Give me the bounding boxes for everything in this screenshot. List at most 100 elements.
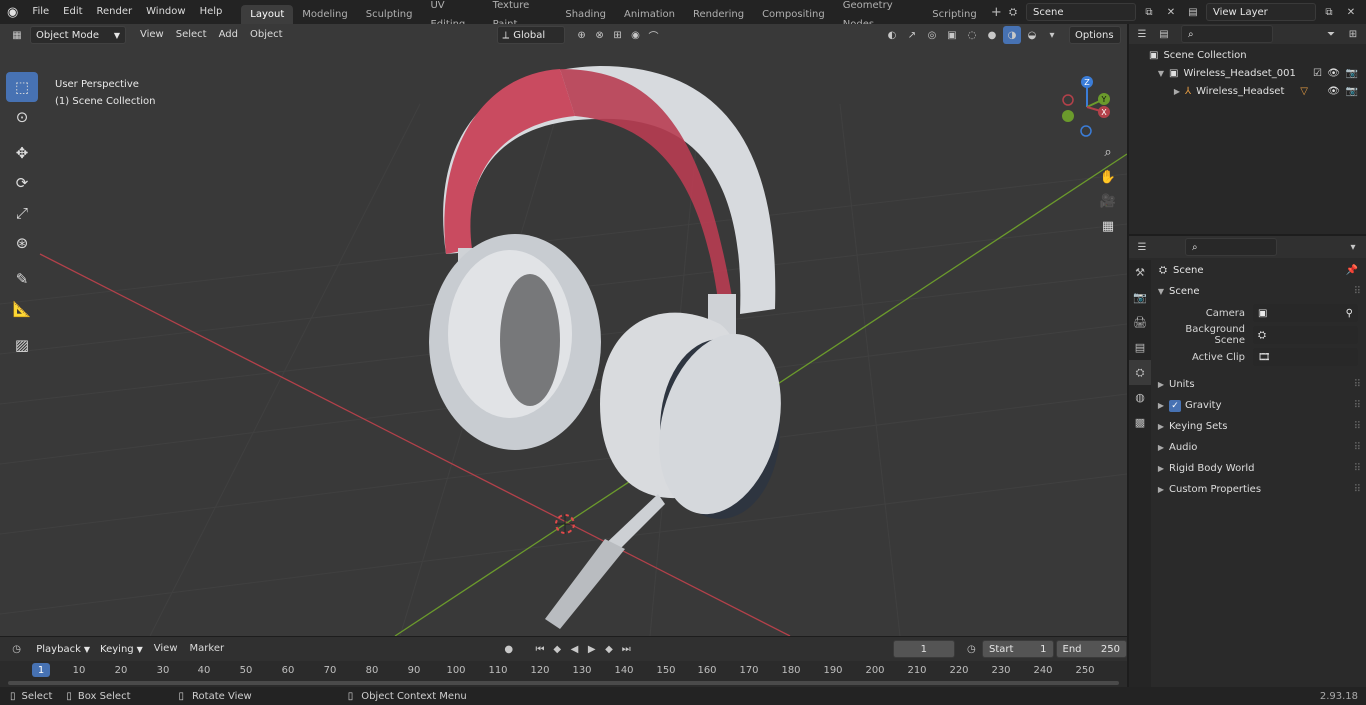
tab-sculpting[interactable]: Sculpting xyxy=(357,5,422,24)
preview-range-icon[interactable]: ◷ xyxy=(963,640,980,658)
custom-properties-panel[interactable]: ▶ Custom Properties ⠿ xyxy=(1153,479,1366,500)
outliner-search-input[interactable]: ⌕ xyxy=(1181,25,1273,43)
jump-keyframe-back-icon[interactable]: ◆ xyxy=(549,640,566,658)
expand-icon[interactable]: ▼ xyxy=(1153,69,1169,78)
outliner-item-collection[interactable]: ▼ ▣ Wireless_Headset_001 ☑ 👁 📷 xyxy=(1129,64,1366,82)
expand-icon[interactable]: ▶ xyxy=(1169,87,1185,96)
add-workspace-icon[interactable]: + xyxy=(989,5,1004,20)
properties-search-input[interactable]: ⌕ xyxy=(1185,238,1277,256)
timeline-view-menu[interactable]: View xyxy=(148,640,184,658)
visibility-icon[interactable]: ◐ xyxy=(883,26,901,44)
tab-tool-icon[interactable]: ⚒ xyxy=(1129,260,1151,285)
menu-file[interactable]: File xyxy=(25,0,56,24)
ortho-grid-icon[interactable]: ▦ xyxy=(1097,215,1119,237)
rigid-body-world-panel[interactable]: ▶ Rigid Body World ⠿ xyxy=(1153,458,1366,479)
camera-render-icon[interactable]: 📷 xyxy=(1346,86,1358,97)
menu-help[interactable]: Help xyxy=(193,0,230,24)
blender-logo-icon[interactable]: ◉ xyxy=(0,5,25,20)
units-panel[interactable]: ▶ Units ⠿ xyxy=(1153,374,1366,395)
drag-handle-icon[interactable]: ⠿ xyxy=(1354,442,1361,453)
tab-scene-icon[interactable]: ⛭ xyxy=(1129,360,1151,385)
menu-edit[interactable]: Edit xyxy=(56,0,89,24)
tab-world-icon[interactable]: ◍ xyxy=(1129,385,1151,410)
annotate-tool-icon[interactable]: ✎ xyxy=(6,264,38,294)
eye-icon[interactable]: 👁 xyxy=(1327,86,1340,97)
viewport-scene[interactable] xyxy=(0,24,1127,636)
new-collection-icon[interactable]: ⊞ xyxy=(1344,25,1362,43)
navigation-gizmo[interactable]: Z Y X xyxy=(1056,76,1118,138)
pan-hand-icon[interactable]: ✋ xyxy=(1097,166,1119,188)
shading-wireframe-icon[interactable]: ◌ xyxy=(963,26,981,44)
audio-panel[interactable]: ▶ Audio ⠿ xyxy=(1153,437,1366,458)
play-reverse-icon[interactable]: ◀ xyxy=(566,640,583,658)
properties-editor-icon[interactable]: ☰ xyxy=(1133,238,1151,256)
view-layer-icon[interactable]: ▤ xyxy=(1184,3,1202,21)
tab-shading[interactable]: Shading xyxy=(556,5,615,24)
chevron-down-icon[interactable]: ▾ xyxy=(1344,238,1362,256)
tab-view-layer-icon[interactable]: ▤ xyxy=(1129,335,1151,360)
menu-select[interactable]: Select xyxy=(170,26,213,44)
background-scene-field[interactable]: ⛭ xyxy=(1253,326,1358,344)
outliner-item-scene-collection[interactable]: ▣ Scene Collection xyxy=(1129,46,1366,64)
snap-target-icon[interactable]: ⊞ xyxy=(609,26,627,44)
drag-handle-icon[interactable]: ⠿ xyxy=(1354,379,1361,390)
drag-handle-icon[interactable]: ⠿ xyxy=(1354,484,1361,495)
gravity-checkbox[interactable]: ✓ xyxy=(1169,399,1181,412)
menu-add[interactable]: Add xyxy=(213,26,244,44)
shading-material-icon[interactable]: ◑ xyxy=(1003,26,1021,44)
view-layer-selector[interactable]: View Layer xyxy=(1206,3,1316,21)
transform-orientation-dropdown[interactable]: ⟂ Global xyxy=(496,26,565,44)
eye-icon[interactable]: 👁 xyxy=(1327,68,1340,79)
gravity-panel[interactable]: ▶ ✓ Gravity ⠿ xyxy=(1153,395,1366,416)
mode-dropdown[interactable]: Object Mode ▼ xyxy=(30,26,126,44)
exclude-checkbox-icon[interactable]: ☑ xyxy=(1313,68,1322,79)
shading-options-icon[interactable]: ▾ xyxy=(1043,26,1061,44)
shading-rendered-icon[interactable]: ◒ xyxy=(1023,26,1041,44)
scene-selector[interactable]: Scene xyxy=(1026,3,1136,21)
timeline-marker-menu[interactable]: Marker xyxy=(184,640,231,658)
3d-cursor[interactable] xyxy=(555,514,575,534)
timeline-ruler[interactable]: 1 10 20 30 40 50 60 70 80 90 100 110 120… xyxy=(0,661,1127,687)
pin-icon[interactable]: 📌 xyxy=(1346,265,1358,276)
tab-compositing[interactable]: Compositing xyxy=(753,5,834,24)
scene-panel-header[interactable]: ▼ Scene ⠿ xyxy=(1153,281,1366,302)
start-frame-field[interactable]: Start 1 xyxy=(982,640,1054,658)
keying-sets-panel[interactable]: ▶ Keying Sets ⠿ xyxy=(1153,416,1366,437)
tab-animation[interactable]: Animation xyxy=(615,5,684,24)
tab-output-icon[interactable]: 🖨 xyxy=(1129,310,1151,335)
timeline-editor-icon[interactable]: ◷ xyxy=(8,640,25,658)
menu-render[interactable]: Render xyxy=(90,0,140,24)
camera-render-icon[interactable]: 📷 xyxy=(1346,68,1358,79)
gizmo-toggle-icon[interactable]: ↗ xyxy=(903,26,921,44)
scale-tool-icon[interactable]: ⤢ xyxy=(6,198,38,228)
menu-object[interactable]: Object xyxy=(244,26,289,44)
copy-view-layer-icon[interactable]: ⧉ xyxy=(1320,3,1338,21)
falloff-icon[interactable]: ⌒ xyxy=(645,26,663,44)
camera-field[interactable]: ▣ ⚲ xyxy=(1253,304,1358,322)
menu-window[interactable]: Window xyxy=(139,0,192,24)
drag-handle-icon[interactable]: ⠿ xyxy=(1354,286,1361,297)
measure-tool-icon[interactable]: 📐 xyxy=(6,294,38,324)
tab-render-icon[interactable]: 📷 xyxy=(1129,285,1151,310)
proportional-edit-icon[interactable]: ◉ xyxy=(627,26,645,44)
play-icon[interactable]: ▶ xyxy=(583,640,600,658)
scene-icon[interactable]: ⛭ xyxy=(1004,3,1022,21)
zoom-icon[interactable]: ⌕ xyxy=(1097,141,1119,163)
move-tool-icon[interactable]: ✥ xyxy=(6,138,38,168)
eyedropper-icon[interactable]: ⚲ xyxy=(1346,308,1353,319)
editor-type-icon[interactable]: ▦ xyxy=(8,26,26,44)
jump-end-icon[interactable]: ⏭ xyxy=(618,640,635,658)
drag-handle-icon[interactable]: ⠿ xyxy=(1354,400,1361,411)
options-dropdown[interactable]: Options xyxy=(1069,26,1121,44)
outliner-editor-icon[interactable]: ☰ xyxy=(1133,25,1151,43)
shading-solid-icon[interactable]: ● xyxy=(983,26,1001,44)
tab-scripting[interactable]: Scripting xyxy=(923,5,985,24)
snap-icon[interactable]: ⊗ xyxy=(591,26,609,44)
end-frame-field[interactable]: End 250 xyxy=(1055,640,1128,658)
pivot-icon[interactable]: ⊕ xyxy=(573,26,591,44)
active-clip-field[interactable]: 🎞 xyxy=(1253,348,1358,366)
xray-icon[interactable]: ▣ xyxy=(943,26,961,44)
rotate-tool-icon[interactable]: ⟳ xyxy=(6,168,38,198)
tab-layout[interactable]: Layout xyxy=(241,5,294,24)
record-icon[interactable]: ● xyxy=(500,640,517,658)
